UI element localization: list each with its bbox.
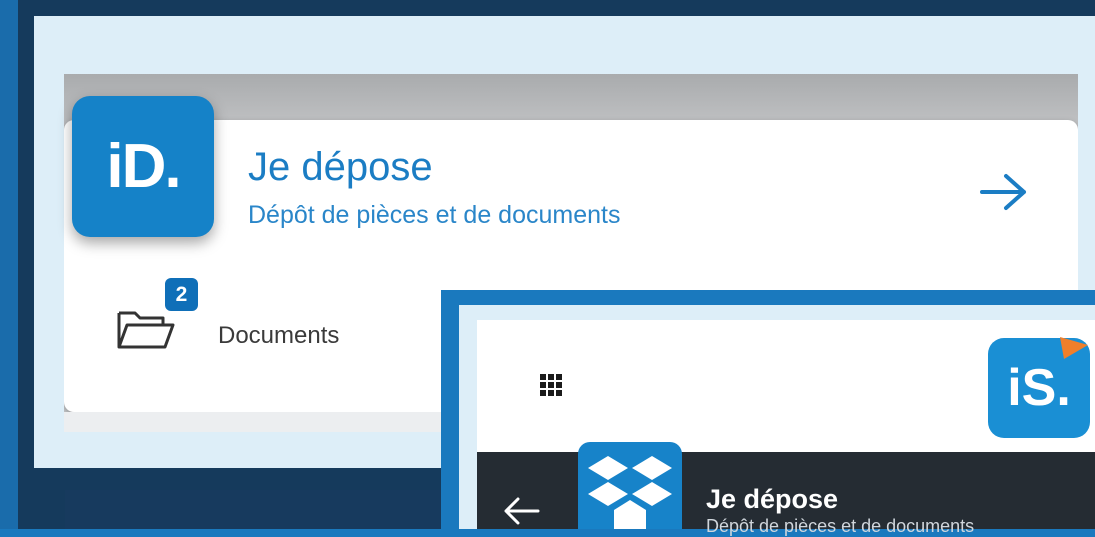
dropbox-icon	[578, 442, 682, 529]
apps-grid-icon[interactable]	[540, 374, 562, 396]
card-title[interactable]: Je dépose	[248, 144, 433, 190]
app-header-title: Je dépose	[706, 484, 839, 514]
documents-count-badge: 2	[165, 278, 198, 311]
id-logo: iD.	[72, 96, 214, 237]
documents-link[interactable]: Documents	[218, 322, 339, 350]
logo-flag-icon	[1060, 337, 1088, 359]
app-header-subtitle: Dépôt de pièces et de documents	[706, 516, 975, 536]
background-strip	[0, 0, 18, 529]
arrow-right-icon[interactable]	[978, 170, 1030, 214]
folder-icon[interactable]	[115, 305, 177, 353]
arrow-left-icon[interactable]	[500, 496, 542, 526]
background-footer	[65, 490, 445, 529]
card-subtitle: Dépôt de pièces et de documents	[248, 201, 621, 229]
